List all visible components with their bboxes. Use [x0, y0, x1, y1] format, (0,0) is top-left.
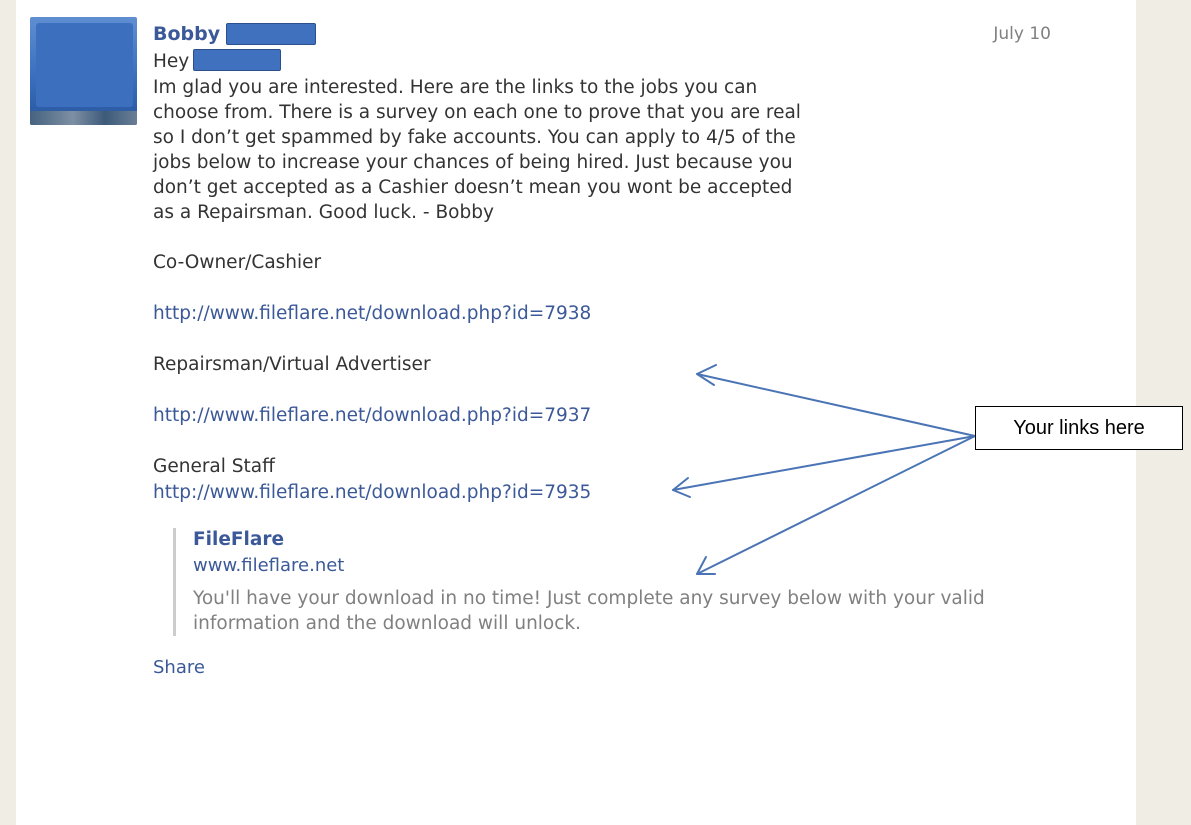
description-line: You'll have your download in no time! Ju… — [193, 588, 985, 609]
job-title-3: General Staff — [153, 456, 275, 477]
message-body: Bobby July 10 Hey Im glad you are intere… — [153, 20, 1093, 680]
avatar-redaction — [36, 23, 133, 107]
annotation-callout: Your links here — [975, 406, 1183, 450]
paragraph-line: choose from. There is a survey on each o… — [153, 102, 801, 123]
message-header: Bobby July 10 — [153, 20, 1093, 48]
description-line: information and the download will unlock… — [193, 613, 582, 634]
job-link-3[interactable]: http://www.fileflare.net/download.php?id… — [153, 480, 591, 506]
greeting-line: Hey — [153, 49, 1093, 75]
job-title-2: Repairsman/Virtual Advertiser — [153, 354, 431, 375]
greeting-text: Hey — [153, 51, 190, 72]
message-text: Hey Im glad you are interested. Here are… — [153, 49, 1093, 506]
preview-title[interactable]: FileFlare — [193, 528, 1093, 552]
share-link[interactable]: Share — [153, 656, 205, 680]
message-paragraph: Im glad you are interested. Here are the… — [153, 75, 1093, 225]
sender-avatar[interactable] — [30, 17, 137, 125]
recipient-name-redaction — [193, 49, 282, 71]
preview-url[interactable]: www.fileflare.net — [193, 554, 1093, 578]
link-preview[interactable]: FileFlare www.fileflare.net You'll have … — [173, 528, 1093, 636]
preview-description: You'll have your download in no time! Ju… — [193, 586, 1093, 636]
paragraph-line: don’t get accepted as a Cashier doesn’t … — [153, 177, 793, 198]
message-date: July 10 — [993, 24, 1051, 44]
avatar-photo-strip — [30, 111, 137, 125]
sender-name-link[interactable]: Bobby — [153, 23, 220, 45]
paragraph-line: as a Repairsman. Good luck. - Bobby — [153, 202, 494, 223]
sender-surname-redaction — [226, 22, 317, 45]
job-title-1: Co-Owner/Cashier — [153, 252, 322, 273]
paragraph-line: jobs below to increase your chances of b… — [153, 152, 793, 173]
job-link-1[interactable]: http://www.fileflare.net/download.php?id… — [153, 301, 591, 327]
paragraph-line: so I don’t get spammed by fake accounts.… — [153, 127, 796, 148]
message-panel: Bobby July 10 Hey Im glad you are intere… — [16, 0, 1136, 825]
job-link-2[interactable]: http://www.fileflare.net/download.php?id… — [153, 403, 591, 429]
paragraph-line: Im glad you are interested. Here are the… — [153, 77, 758, 98]
